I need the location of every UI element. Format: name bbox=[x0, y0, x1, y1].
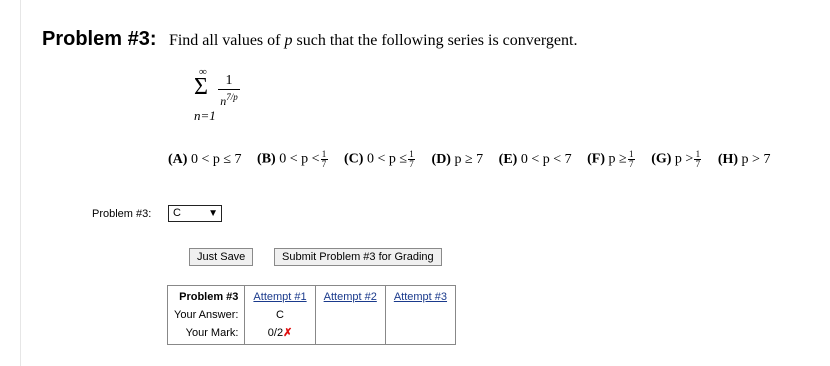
choice-key: (G) bbox=[651, 151, 672, 167]
series-expression: ∞ Σ n=1 1 n7/p bbox=[194, 66, 264, 126]
attempt-3-mark bbox=[394, 324, 447, 342]
attempt-3-link[interactable]: Attempt #3 bbox=[394, 288, 447, 306]
denominator-exponent: 7/p bbox=[226, 92, 238, 102]
fraction-denominator: 7 bbox=[628, 159, 634, 169]
choice-fraction: 17 bbox=[694, 149, 702, 169]
choice-f: (F) p ≥1 7 bbox=[587, 150, 636, 169]
answer-select-value: C bbox=[173, 207, 181, 219]
just-save-button[interactable]: Just Save bbox=[189, 248, 254, 266]
problem-label: Problem #3: bbox=[42, 28, 157, 50]
attempt-3-answer bbox=[394, 306, 447, 324]
answer-choices: (A) 0 < p ≤ 7 (B) 0 < p <1 7 (C) 0 < p ≤1… bbox=[168, 150, 770, 169]
choice-h: (H) p > 7 bbox=[718, 152, 771, 168]
series-lower-limit: n=1 bbox=[194, 108, 216, 123]
incorrect-x-icon: ✗ bbox=[283, 327, 293, 339]
choice-text: 0 < p ≤ bbox=[366, 151, 408, 167]
attempt-1-mark-value: 0/2 bbox=[267, 327, 284, 339]
attempts-table: Problem #3 Your Answer: Your Mark: Attem… bbox=[166, 285, 457, 345]
problem-statement: Find all values of p such that the follo… bbox=[169, 32, 578, 49]
choice-text: p ≥ 7 bbox=[454, 151, 484, 167]
choice-text: p > bbox=[674, 151, 694, 167]
choice-text: p ≥ bbox=[608, 151, 627, 167]
statement-pre: Find all values of bbox=[168, 32, 281, 49]
choice-e: (E) 0 < p < 7 bbox=[499, 152, 572, 168]
attempt-1-link[interactable]: Attempt #1 bbox=[253, 288, 306, 306]
choice-key: (F) bbox=[587, 151, 606, 167]
submit-grading-button[interactable]: Submit Problem #3 for Grading bbox=[274, 248, 442, 266]
summation-symbol: Σ bbox=[194, 74, 208, 100]
problem-heading: Problem #3: Find all values of p such th… bbox=[42, 28, 577, 51]
fraction-numerator: 1 bbox=[321, 149, 327, 159]
answer-select[interactable]: C ▼ bbox=[168, 205, 222, 222]
attempt-2-mark bbox=[324, 324, 377, 342]
choice-key: (D) bbox=[431, 151, 451, 167]
fraction-numerator: 1 bbox=[409, 149, 414, 159]
attempt-2-column: Attempt #2 bbox=[314, 285, 386, 345]
choice-fraction: 17 bbox=[408, 149, 416, 169]
choice-a: (A) 0 < p ≤ 7 bbox=[168, 152, 242, 168]
choice-d: (D) p ≥ 7 bbox=[432, 152, 484, 168]
series-term: 1 n7/p bbox=[218, 74, 240, 108]
fraction-numerator: 1 bbox=[628, 149, 634, 159]
attempt-2-answer bbox=[324, 306, 377, 324]
fraction-numerator: 1 bbox=[695, 149, 701, 159]
fraction-denominator: 7 bbox=[695, 159, 701, 169]
statement-variable: p bbox=[284, 32, 293, 49]
choice-text: 0 < p < 7 bbox=[520, 151, 572, 167]
left-border-line bbox=[20, 0, 21, 366]
choice-key: (E) bbox=[498, 151, 518, 167]
fraction-bar bbox=[218, 89, 240, 90]
statement-post: such that the following series is conver… bbox=[296, 32, 578, 49]
choice-b: (B) 0 < p <1 7 bbox=[257, 150, 328, 169]
choice-c: (C) 0 < p ≤1 7 bbox=[344, 150, 416, 169]
results-header: Problem #3 bbox=[179, 291, 239, 303]
attempt-1-answer: C bbox=[276, 309, 284, 321]
attempt-1-mark: 0/2✗ bbox=[253, 324, 306, 342]
attempt-1-column: Attempt #1 C 0/2✗ bbox=[244, 285, 316, 345]
choice-key: (B) bbox=[257, 151, 276, 167]
attempt-3-column: Attempt #3 bbox=[384, 285, 457, 345]
your-mark-label: Your Mark: bbox=[185, 327, 239, 339]
answer-select-label: Problem #3: bbox=[92, 208, 152, 220]
your-answer-label: Your Answer: bbox=[174, 309, 239, 321]
choice-text: 0 < p < bbox=[279, 151, 320, 167]
choice-g: (G) p >1 7 bbox=[651, 150, 702, 169]
attempt-2-link[interactable]: Attempt #2 bbox=[324, 288, 377, 306]
series-numerator: 1 bbox=[225, 73, 233, 88]
choice-text: 0 < p ≤ 7 bbox=[190, 151, 242, 167]
fraction-denominator: 7 bbox=[409, 159, 414, 169]
choice-fraction: 17 bbox=[627, 149, 635, 169]
choice-fraction: 17 bbox=[320, 149, 328, 169]
results-label-column: Problem #3 Your Answer: Your Mark: bbox=[166, 285, 246, 345]
series-denominator: n7/p bbox=[218, 91, 240, 108]
choice-text: p > 7 bbox=[741, 151, 771, 167]
chevron-down-icon: ▼ bbox=[208, 208, 218, 219]
choice-key: (C) bbox=[344, 151, 364, 167]
choice-key: (A) bbox=[168, 151, 188, 167]
fraction-denominator: 7 bbox=[321, 159, 327, 169]
choice-key: (H) bbox=[717, 151, 739, 167]
